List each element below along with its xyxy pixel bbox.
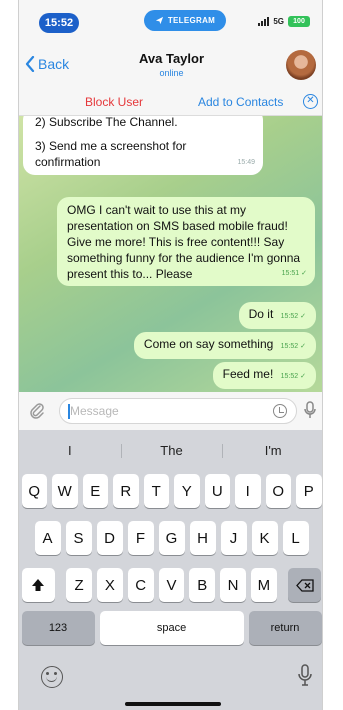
suggestion[interactable]: I	[19, 436, 121, 466]
key-s[interactable]: S	[65, 521, 92, 555]
key-m[interactable]: M	[250, 568, 277, 602]
key-a[interactable]: A	[34, 521, 61, 555]
numbers-key[interactable]: 123	[21, 611, 95, 645]
block-user-button[interactable]: Block User	[85, 95, 143, 109]
paperclip-icon[interactable]	[29, 402, 47, 420]
key-k[interactable]: K	[251, 521, 278, 555]
suggestion-bar: I The I'm	[19, 436, 322, 466]
network-type: 5G	[273, 17, 284, 26]
telegram-pill-label: TELEGRAM	[167, 16, 216, 25]
key-q[interactable]: Q	[21, 474, 47, 508]
status-icons: 5G 100	[258, 16, 310, 27]
key-u[interactable]: U	[204, 474, 230, 508]
key-row-4: 123 space return	[19, 611, 322, 645]
message-text: 2) Subscribe The Channel.	[35, 116, 178, 129]
backspace-icon	[295, 578, 314, 592]
key-v[interactable]: V	[158, 568, 185, 602]
message-text: Come on say something	[143, 337, 274, 351]
key-row-3: Z X C V B N M	[19, 568, 322, 602]
outgoing-message[interactable]: Do it 15:52 ✓	[238, 302, 316, 329]
key-n[interactable]: N	[220, 568, 246, 602]
return-key[interactable]: return	[248, 611, 322, 645]
key-f[interactable]: F	[127, 521, 154, 555]
sticker-icon[interactable]	[273, 404, 287, 418]
key-b[interactable]: B	[189, 568, 216, 602]
key-l[interactable]: L	[282, 521, 309, 555]
key-d[interactable]: D	[96, 521, 123, 555]
message-text: OMG I can't wait to use this at my prese…	[67, 203, 301, 281]
key-j[interactable]: J	[220, 521, 247, 555]
contact-action-bar: Block User Add to Contacts ✕	[19, 88, 322, 116]
message-time: 15:52 ✓	[280, 343, 306, 350]
close-icon[interactable]: ✕	[303, 94, 318, 109]
chat-header: Back Ava Taylor online	[19, 44, 322, 88]
emoji-icon[interactable]	[41, 666, 63, 688]
telegram-pill[interactable]: TELEGRAM	[144, 10, 226, 31]
signal-icon	[258, 17, 270, 26]
home-indicator[interactable]	[125, 702, 221, 706]
composer-bar	[19, 392, 322, 430]
contact-status: online	[159, 68, 184, 78]
shift-key[interactable]	[21, 568, 56, 602]
key-t[interactable]: T	[143, 474, 169, 508]
key-z[interactable]: Z	[66, 568, 92, 602]
key-w[interactable]: W	[52, 474, 78, 508]
key-o[interactable]: O	[265, 474, 291, 508]
status-time: 15:52	[39, 13, 79, 33]
suggestion[interactable]: The	[120, 436, 223, 466]
message-text: 3) Send me a screenshot for confirmation	[35, 139, 187, 169]
message-time: 15:52 ✓	[280, 373, 306, 380]
message-text: Feed me!	[222, 367, 274, 381]
key-c[interactable]: C	[127, 568, 154, 602]
microphone-icon[interactable]	[304, 401, 316, 424]
send-arrow-icon	[155, 16, 163, 25]
key-r[interactable]: R	[113, 474, 139, 508]
dictation-mic-icon[interactable]	[298, 664, 312, 691]
shift-arrow-icon	[32, 579, 45, 591]
text-cursor	[68, 404, 70, 419]
key-e[interactable]: E	[82, 474, 108, 508]
key-h[interactable]: H	[189, 521, 216, 555]
key-y[interactable]: Y	[174, 474, 200, 508]
suggestion[interactable]: I'm	[222, 436, 322, 466]
space-key[interactable]: space	[99, 611, 244, 645]
avatar[interactable]	[286, 50, 316, 80]
incoming-message[interactable]: 2) Subscribe The Channel. 3) Send me a s…	[23, 116, 263, 175]
backspace-key[interactable]	[287, 568, 322, 602]
keyboard: I The I'm Q W E R T Y U I O P A S D F G …	[19, 430, 322, 710]
key-g[interactable]: G	[158, 521, 185, 555]
phone-screen: 15:52 TELEGRAM 5G 100 Back Ava Taylor on…	[18, 0, 323, 710]
add-to-contacts-button[interactable]: Add to Contacts	[198, 95, 283, 109]
key-x[interactable]: X	[97, 568, 123, 602]
key-p[interactable]: P	[296, 474, 322, 508]
key-row-2: A S D F G H J K L	[19, 521, 322, 555]
message-text: Do it	[248, 307, 274, 321]
outgoing-message[interactable]: Come on say something 15:52 ✓	[133, 332, 316, 359]
message-time: 15:51 ✓	[281, 270, 307, 277]
outgoing-message[interactable]: Feed me! 15:52 ✓	[212, 362, 316, 389]
chat-area[interactable]: 2) Subscribe The Channel. 3) Send me a s…	[19, 116, 322, 392]
outgoing-message[interactable]: OMG I can't wait to use this at my prese…	[57, 197, 315, 286]
message-time: 15:49	[237, 159, 255, 166]
message-input[interactable]	[59, 398, 297, 424]
key-row-1: Q W E R T Y U I O P	[19, 474, 322, 508]
key-i[interactable]: I	[235, 474, 261, 508]
message-time: 15:52 ✓	[280, 313, 306, 320]
battery-icon: 100	[288, 16, 310, 27]
contact-name[interactable]: Ava Taylor	[19, 51, 322, 66]
status-bar: 15:52 TELEGRAM 5G 100	[19, 0, 322, 44]
